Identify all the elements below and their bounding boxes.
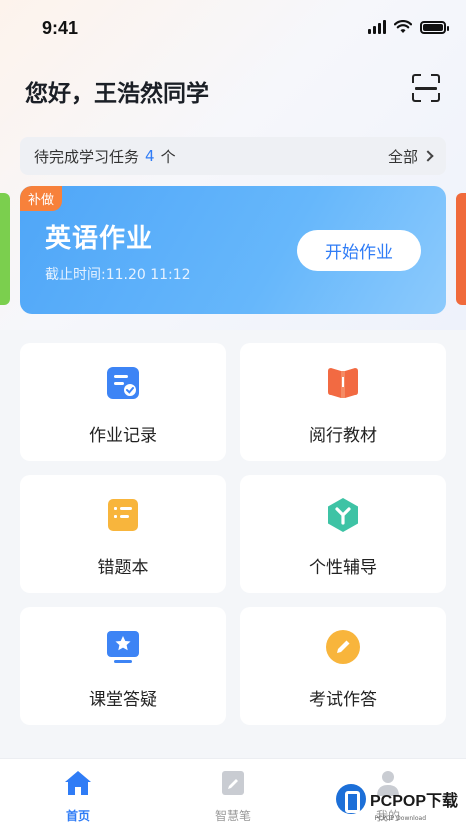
makeup-badge: 补做 xyxy=(20,186,63,211)
tutoring-icon xyxy=(328,498,358,532)
tile-label: 错题本 xyxy=(97,558,149,578)
tab-smart-pen[interactable]: 智慧笔 xyxy=(178,769,288,824)
pending-tasks-label: 待完成学习任务 xyxy=(34,147,140,166)
scan-icon xyxy=(412,74,421,83)
tile-homework-record[interactable]: 作业记录 xyxy=(20,343,226,461)
tile-tutoring[interactable]: 个性辅导 xyxy=(240,475,446,593)
class-qa-icon xyxy=(107,631,139,663)
tile-label: 个性辅导 xyxy=(309,558,377,578)
scan-button[interactable] xyxy=(412,74,440,102)
next-task-card-peek[interactable] xyxy=(456,193,466,305)
start-homework-button[interactable]: 开始作业 xyxy=(297,230,421,271)
exam-icon xyxy=(326,630,360,664)
tab-label: 首页 xyxy=(65,809,90,823)
home-icon xyxy=(65,771,91,795)
smart-pen-icon xyxy=(222,771,244,795)
tile-class-qa[interactable]: 课堂答疑 xyxy=(20,607,226,725)
homework-deadline: 截止时间:11.20 11:12 xyxy=(45,267,191,283)
battery-icon xyxy=(420,20,449,34)
greeting-title: 您好，王浩然同学 xyxy=(25,81,209,107)
pcpop-watermark: PCPOP下载 xyxy=(335,784,458,814)
homework-title: 英语作业 xyxy=(45,224,154,254)
watermark-text: PCPOP下载 xyxy=(369,793,458,810)
textbook-icon xyxy=(328,368,358,398)
status-icons xyxy=(368,20,449,34)
tile-label: 阅行教材 xyxy=(309,426,377,446)
chevron-right-icon xyxy=(422,150,434,162)
pending-tasks-bar[interactable]: 待完成学习任务 4 个 全部 xyxy=(20,137,446,175)
pending-tasks-summary: 待完成学习任务 4 个 xyxy=(34,146,176,167)
homework-record-icon xyxy=(107,367,139,399)
view-all-tasks-link[interactable]: 全部 xyxy=(387,146,434,167)
tile-exam[interactable]: 考试作答 xyxy=(240,607,446,725)
tile-textbook[interactable]: 阅行教材 xyxy=(240,343,446,461)
watermark-subtext: PCPOP Download xyxy=(374,815,427,822)
bottom-tab-bar: 首页 智慧笔 我的 PCPOP下载 PCPOP Download xyxy=(0,758,466,828)
homework-task-card[interactable]: 补做 英语作业 截止时间:11.20 11:12 开始作业 xyxy=(20,186,446,314)
pending-tasks-unit: 个 xyxy=(160,147,176,166)
tile-label: 考试作答 xyxy=(309,690,377,710)
mistake-book-icon xyxy=(108,499,138,531)
tile-label: 课堂答疑 xyxy=(89,690,157,710)
pcpop-logo-icon xyxy=(335,784,366,814)
tab-home[interactable]: 首页 xyxy=(23,769,133,824)
view-all-label: 全部 xyxy=(387,147,418,166)
tab-label: 智慧笔 xyxy=(214,809,251,823)
wifi-icon xyxy=(394,20,412,33)
tile-label: 作业记录 xyxy=(89,426,157,446)
prev-task-card-peek[interactable] xyxy=(0,193,10,305)
cellular-signal-icon xyxy=(368,20,386,34)
tile-mistake-book[interactable]: 错题本 xyxy=(20,475,226,593)
pending-tasks-count: 4 xyxy=(145,147,155,165)
status-bar: 9:41 xyxy=(0,0,466,56)
status-time: 9:41 xyxy=(42,18,79,38)
